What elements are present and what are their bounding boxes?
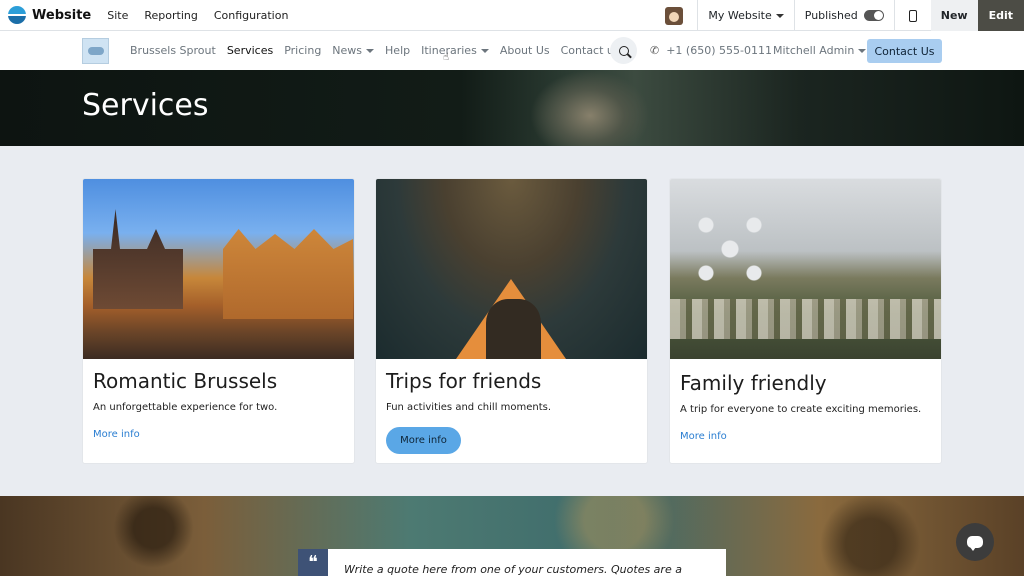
chat-bubble-icon	[967, 536, 983, 551]
card-text: A trip for everyone to create exciting m…	[680, 404, 922, 415]
service-card: Romantic Brussels An unforgettable exper…	[82, 178, 355, 464]
chevron-down-icon	[366, 49, 375, 53]
hero-background-image	[530, 70, 650, 146]
nav-help[interactable]: Help	[385, 44, 410, 57]
user-menu[interactable]: Mitchell Admin	[773, 31, 867, 70]
card-image	[670, 179, 941, 359]
page-title: Services	[82, 88, 209, 123]
nav-brussels-sprout[interactable]: Brussels Sprout	[130, 44, 216, 57]
website-app-icon	[8, 6, 26, 24]
live-chat-button[interactable]	[956, 523, 994, 561]
divider	[893, 0, 895, 31]
nav-news[interactable]: News	[332, 44, 375, 57]
chevron-down-icon	[775, 14, 784, 18]
quote-text: Write a quote here from one of your cust…	[344, 563, 682, 576]
admin-bar: Website Site Reporting Configuration My …	[0, 0, 1024, 31]
phone-number: +1 (650) 555-0111	[666, 44, 772, 57]
admin-menu: Site Reporting Configuration	[107, 9, 288, 22]
card-title: Family friendly	[680, 371, 827, 395]
service-card: Trips for friends Fun activities and chi…	[375, 178, 648, 464]
chevron-down-icon	[858, 48, 867, 53]
phone-link[interactable]: ✆ +1 (650) 555-0111	[650, 31, 772, 70]
menu-site[interactable]: Site	[107, 9, 128, 22]
more-info-button[interactable]: More info	[386, 427, 461, 454]
published-toggle[interactable]: Published	[795, 9, 894, 22]
admin-right-controls: My Website Published New Edit	[665, 0, 1024, 31]
site-logo[interactable]	[82, 38, 109, 64]
nav-services[interactable]: Services	[227, 44, 273, 57]
user-avatar-icon[interactable]	[665, 6, 684, 25]
more-info-link[interactable]: More info	[93, 429, 140, 440]
menu-configuration[interactable]: Configuration	[214, 9, 289, 22]
edit-button[interactable]: Edit	[977, 0, 1024, 31]
user-name: Mitchell Admin	[773, 44, 855, 57]
testimonial-background: ❝ Write a quote here from one of your cu…	[0, 496, 1024, 576]
card-title: Romantic Brussels	[93, 369, 278, 393]
published-label: Published	[804, 9, 858, 22]
menu-reporting[interactable]: Reporting	[144, 9, 197, 22]
nav-news-label: News	[332, 44, 363, 57]
nav-links: Brussels Sprout Services Pricing News He…	[130, 31, 620, 70]
new-button[interactable]: New	[930, 0, 978, 31]
service-card: Family friendly A trip for everyone to c…	[669, 178, 942, 464]
mobile-preview-icon[interactable]	[908, 9, 917, 22]
quote-icon: ❝	[298, 549, 328, 576]
quote-box: Write a quote here from one of your cust…	[328, 549, 726, 576]
card-text: An unforgettable experience for two.	[93, 402, 278, 413]
card-text: Fun activities and chill moments.	[386, 402, 552, 413]
card-title: Trips for friends	[386, 369, 542, 393]
app-name: Website	[32, 7, 92, 23]
nav-itineraries[interactable]: Itineraries	[421, 44, 489, 57]
search-button[interactable]	[610, 37, 637, 64]
nav-pricing[interactable]: Pricing	[284, 44, 321, 57]
card-image	[83, 179, 354, 359]
mouse-cursor-icon: ☝	[443, 52, 450, 63]
phone-icon: ✆	[650, 44, 660, 57]
more-info-link[interactable]: More info	[680, 431, 727, 442]
hero-banner: Services	[0, 70, 1024, 146]
website-selector-label: My Website	[708, 9, 772, 22]
nav-about-us[interactable]: About Us	[500, 44, 550, 57]
contact-us-button[interactable]: Contact Us	[867, 39, 942, 63]
search-icon	[618, 45, 629, 56]
website-selector[interactable]: My Website	[698, 9, 793, 22]
chevron-down-icon	[480, 49, 489, 53]
app-logo[interactable]: Website	[8, 6, 107, 24]
toggle-switch-icon	[863, 10, 884, 21]
card-image	[376, 179, 647, 359]
site-navbar: Brussels Sprout Services Pricing News He…	[0, 31, 1024, 70]
